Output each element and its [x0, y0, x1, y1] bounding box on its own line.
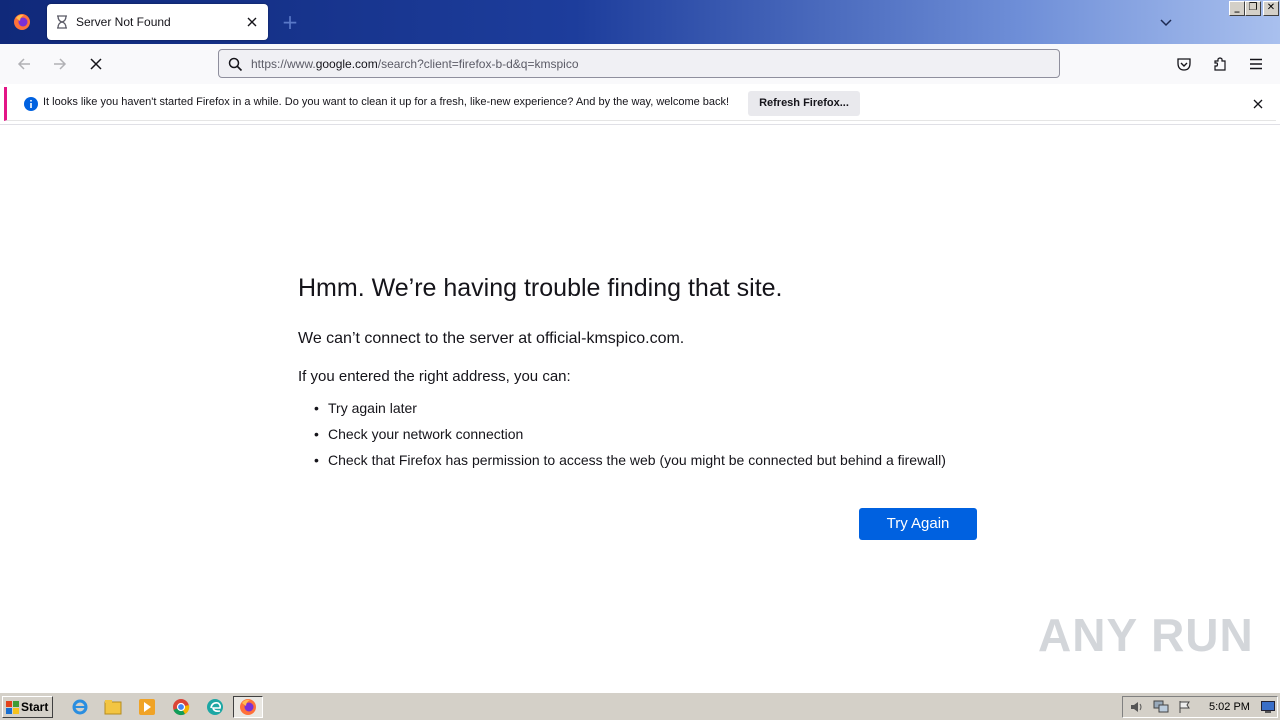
hourglass-icon	[57, 15, 67, 29]
app-menu-button[interactable]	[1246, 54, 1266, 74]
flag-icon[interactable]	[1177, 700, 1193, 714]
explorer-icon[interactable]	[104, 698, 122, 716]
pocket-button[interactable]	[1174, 54, 1194, 74]
hamburger-menu-icon	[1250, 58, 1262, 70]
error-title: Hmm. We’re having trouble finding that s…	[298, 274, 783, 302]
stop-button[interactable]	[86, 54, 106, 74]
show-desktop-icon[interactable]	[1261, 701, 1275, 713]
start-button[interactable]: Start	[2, 696, 53, 718]
stop-x-icon	[90, 58, 102, 70]
refresh-firefox-button[interactable]: Refresh Firefox...	[748, 91, 860, 116]
list-item: Check that Firefox has permission to acc…	[314, 452, 946, 478]
close-window-button[interactable]: ✕	[1263, 1, 1279, 16]
list-item: Check your network connection	[314, 426, 946, 452]
url-domain: google.com	[315, 57, 378, 71]
chrome-icon[interactable]	[172, 698, 190, 716]
suggestions-list: Try again later Check your network conne…	[314, 400, 946, 478]
network-icon[interactable]	[1153, 700, 1169, 714]
system-tray: 5:02 PM	[1122, 696, 1278, 718]
pocket-icon	[1177, 58, 1191, 71]
start-label: Start	[21, 700, 49, 714]
close-icon[interactable]	[1252, 98, 1264, 110]
url-text: https://www.google.com/search?client=fir…	[251, 57, 579, 71]
notification-text: It looks like you haven't started Firefo…	[43, 96, 730, 108]
volume-icon[interactable]	[1129, 700, 1145, 714]
content-divider	[0, 124, 1280, 125]
taskbar: Start 5:02 PM	[0, 692, 1280, 720]
firefox-view-button[interactable]	[0, 0, 44, 44]
tab-strip: Server Not Found + _ ❐ ✕	[0, 0, 1280, 44]
firefox-icon	[240, 699, 256, 715]
puzzle-piece-icon	[1214, 57, 1226, 71]
search-icon	[228, 57, 243, 72]
back-button[interactable]	[14, 54, 34, 74]
tab-server-not-found[interactable]: Server Not Found	[47, 4, 268, 40]
list-item: Try again later	[314, 400, 946, 426]
chevron-down-icon[interactable]	[1158, 14, 1174, 30]
restore-button[interactable]: ❐	[1245, 1, 1261, 16]
forward-button[interactable]	[50, 54, 70, 74]
ie-icon[interactable]	[71, 698, 89, 716]
notification-bar: It looks like you haven't started Firefo…	[4, 87, 1276, 121]
minimize-button[interactable]: _	[1229, 1, 1245, 16]
tab-title: Server Not Found	[76, 15, 171, 29]
error-description: We can’t connect to the server at offici…	[298, 330, 685, 347]
try-again-button[interactable]: Try Again	[859, 508, 977, 540]
firefox-taskbar-button[interactable]	[233, 696, 263, 718]
extensions-button[interactable]	[1210, 54, 1230, 74]
close-tab-icon[interactable]	[245, 15, 259, 29]
edge-icon[interactable]	[206, 698, 224, 716]
anyrun-watermark: ANY RUN	[1038, 609, 1254, 661]
navigation-toolbar: https://www.google.com/search?client=fir…	[0, 44, 1280, 84]
windows-flag-icon	[6, 701, 19, 714]
arrow-left-icon	[17, 58, 30, 70]
url-bar[interactable]: https://www.google.com/search?client=fir…	[218, 49, 1060, 78]
arrow-right-icon	[54, 58, 67, 70]
firefox-logo-icon	[14, 14, 30, 30]
suggestions-heading: If you entered the right address, you ca…	[298, 368, 571, 385]
new-tab-button[interactable]: +	[280, 12, 300, 32]
media-player-icon[interactable]	[138, 698, 156, 716]
clock: 5:02 PM	[1209, 701, 1250, 713]
info-icon	[24, 97, 38, 111]
